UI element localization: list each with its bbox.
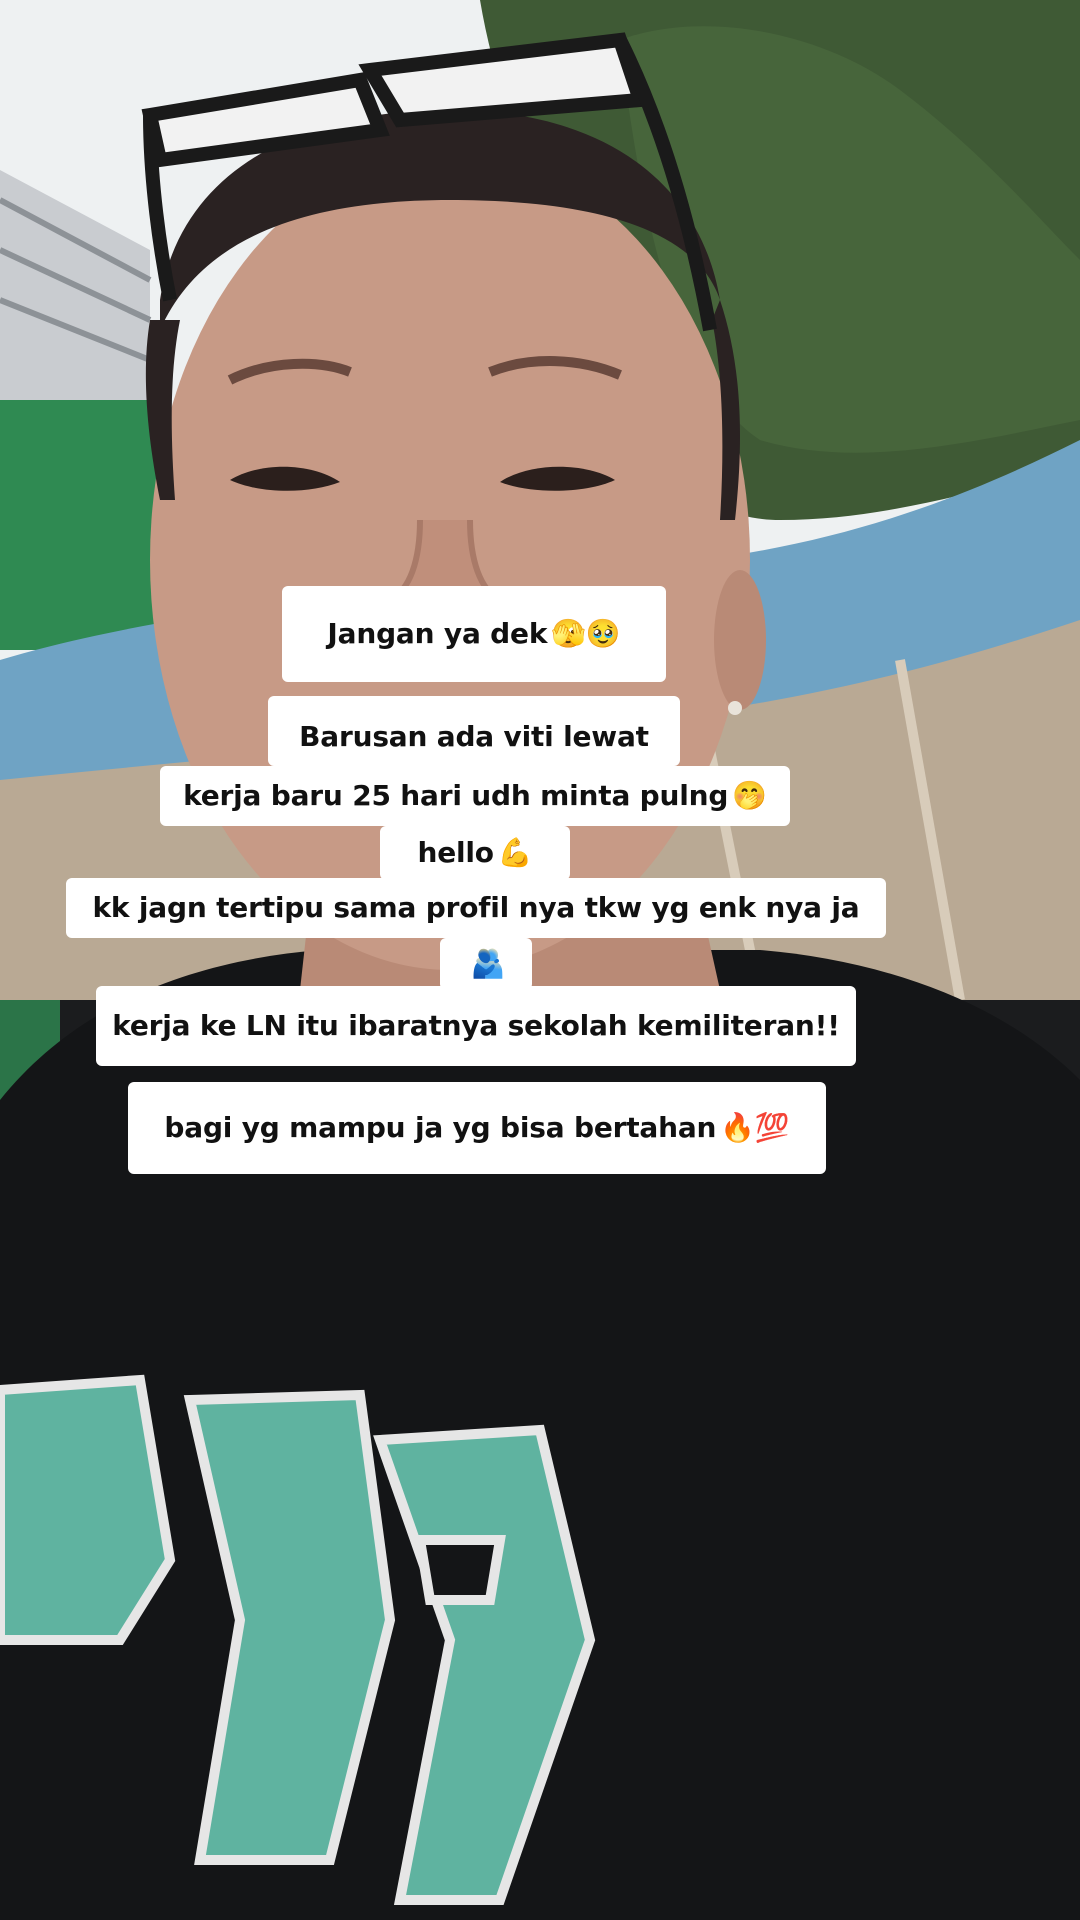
caption-line-6: 🫂 [440, 938, 532, 990]
caption-line-1: Jangan ya dek 🫣🥹 [282, 586, 666, 682]
caption-line-8: bagi yg mampu ja yg bisa bertahan 🔥💯 [128, 1082, 826, 1174]
emoji-icon: 🔥💯 [720, 1111, 790, 1144]
video-frame: Jangan ya dek 🫣🥹 Barusan ada viti lewat … [0, 0, 1080, 1920]
caption-text: kerja ke LN itu ibaratnya sekolah kemili… [112, 1009, 840, 1042]
caption-text: bagi yg mampu ja yg bisa bertahan [164, 1111, 717, 1144]
green-panel [0, 400, 165, 650]
emoji-icon: 🤭 [732, 779, 767, 812]
caption-line-2: Barusan ada viti lewat [268, 696, 680, 766]
selfie-photo [0, 0, 1080, 1920]
caption-text: kerja baru 25 hari udh minta pulng [183, 779, 729, 812]
caption-line-5: kk jagn tertipu sama profil nya tkw yg e… [66, 878, 886, 938]
emoji-icon: 🫣🥹 [551, 617, 621, 650]
caption-text: Jangan ya dek [327, 617, 548, 650]
caption-line-3: kerja baru 25 hari udh minta pulng 🤭 [160, 766, 790, 826]
emoji-icon: 💪 [497, 836, 533, 869]
caption-text: Barusan ada viti lewat [299, 720, 649, 753]
caption-line-4: hello 💪 [380, 826, 570, 880]
hug-emoji-icon: 🫂 [470, 947, 506, 980]
caption-text: hello [417, 836, 494, 869]
caption-line-7: kerja ke LN itu ibaratnya sekolah kemili… [96, 986, 856, 1066]
caption-text: kk jagn tertipu sama profil nya tkw yg e… [92, 891, 860, 924]
